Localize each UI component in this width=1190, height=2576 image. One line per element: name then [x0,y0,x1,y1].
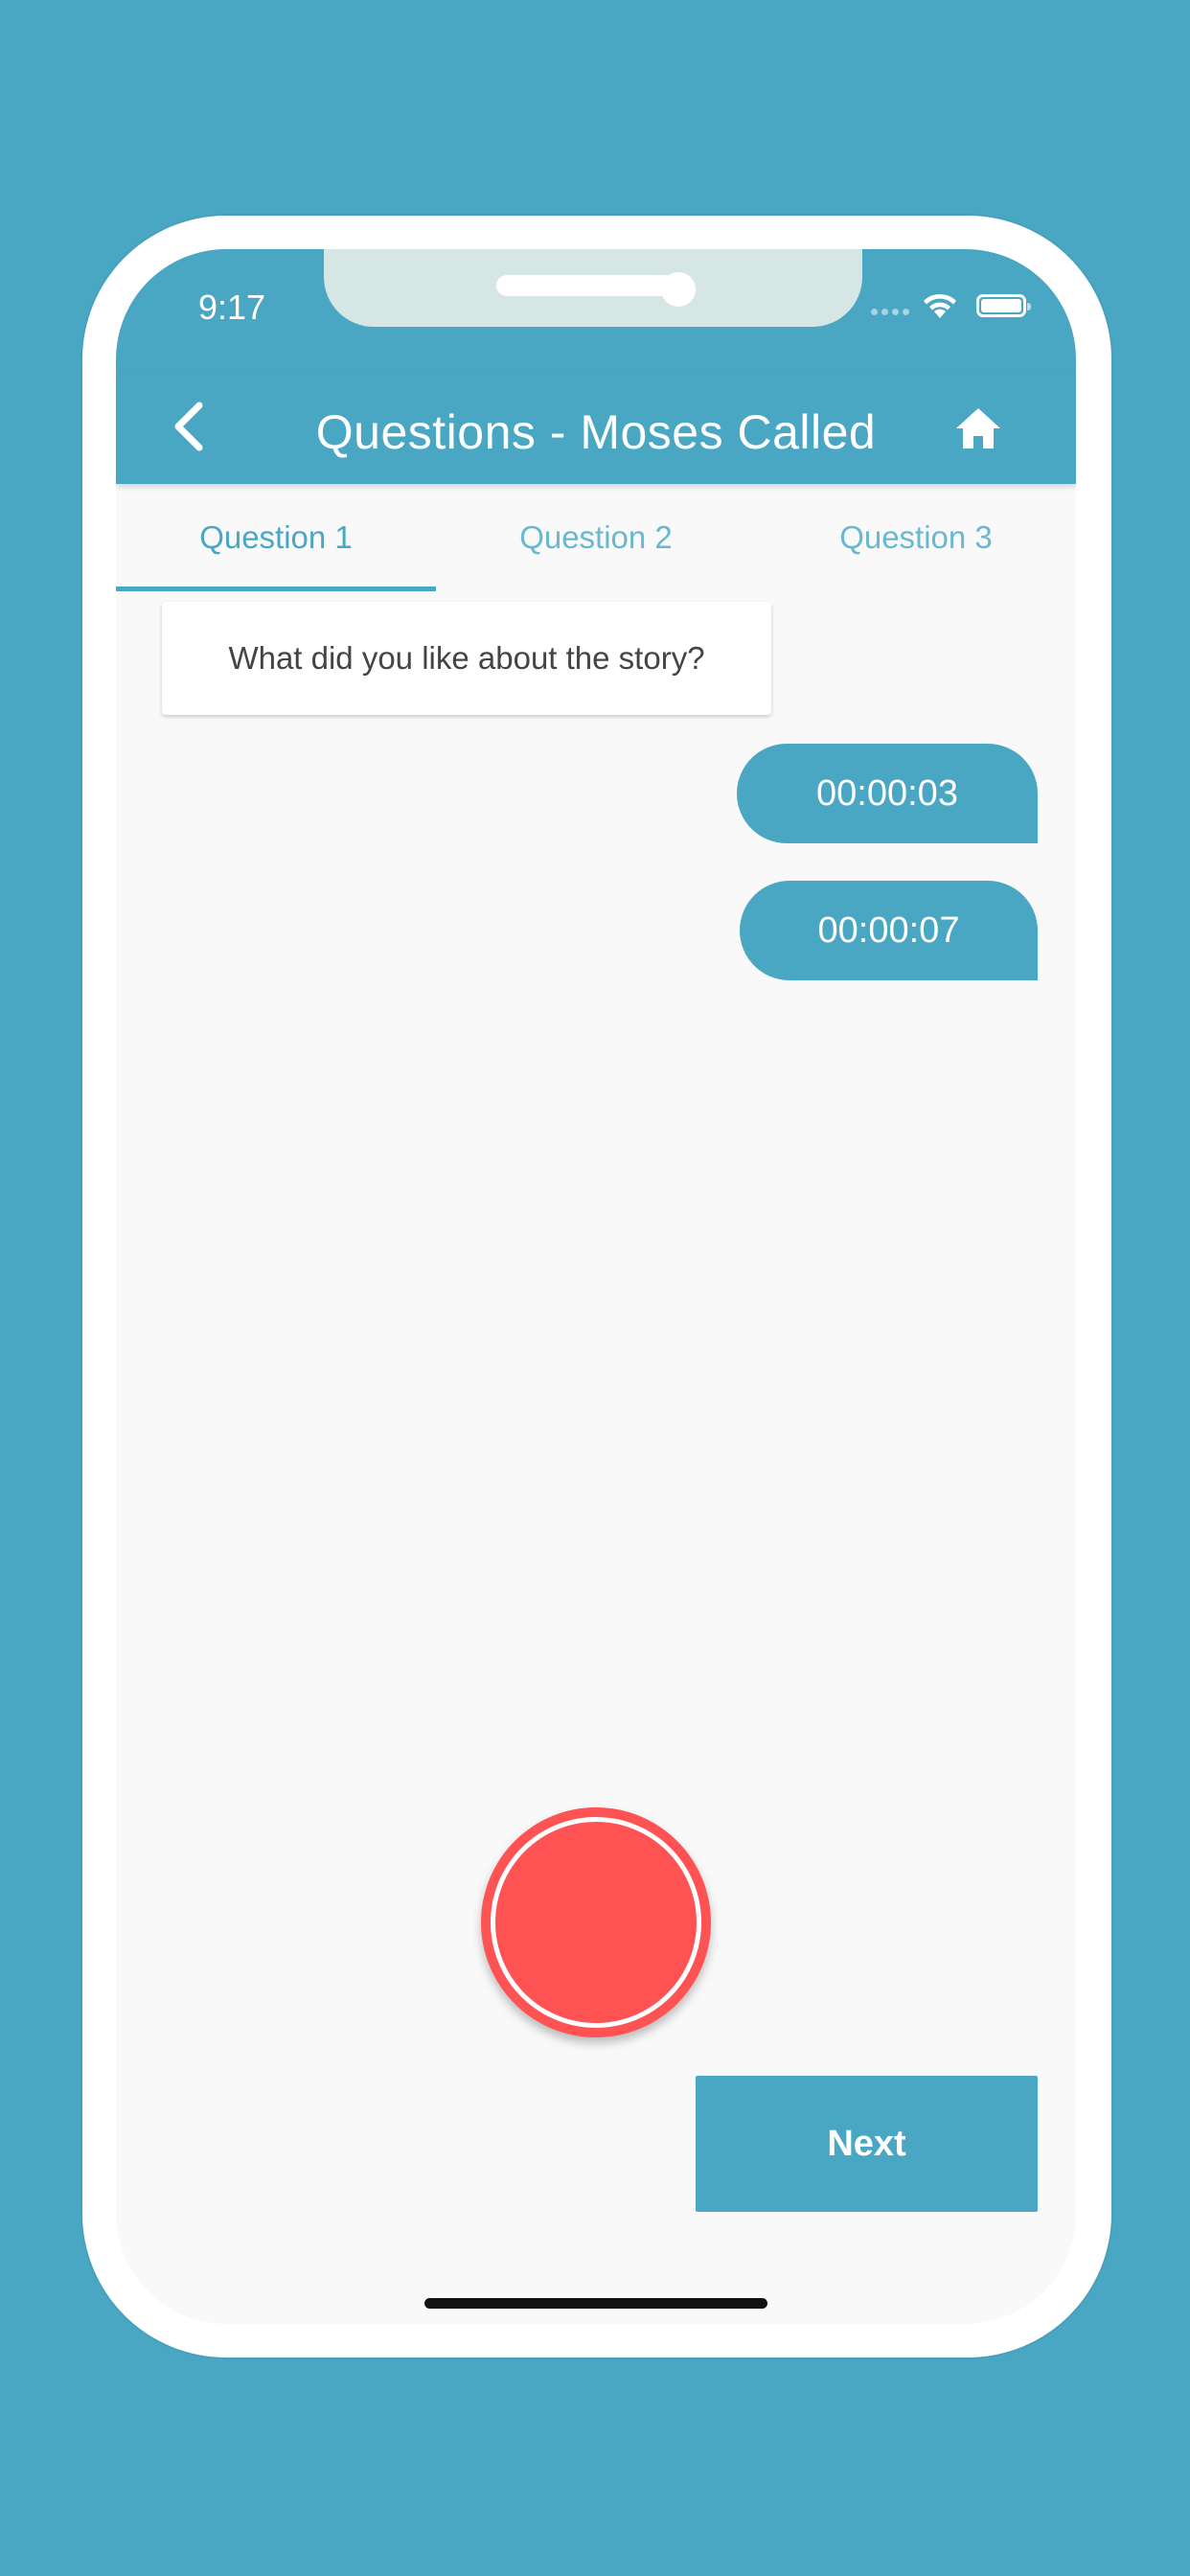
recording-bubble[interactable]: 00:00:03 [737,744,1038,843]
wifi-icon [924,293,956,318]
tab-question-3[interactable]: Question 3 [756,484,1076,591]
status-time: 9:17 [198,288,266,327]
page-title: Questions - Moses Called [315,405,877,459]
recording-duration: 00:00:03 [816,772,958,814]
home-button[interactable] [945,395,1012,462]
battery-icon [976,294,1031,317]
question-card: What did you like about the story? [162,602,771,715]
speaker [496,275,676,296]
status-bar: 9:17 [116,249,1076,374]
next-button-label: Next [827,2123,906,2164]
question-text: What did you like about the story? [228,640,705,676]
tab-question-2[interactable]: Question 2 [436,484,756,591]
app-screen: 9:17 Questions - Moses Called Question 1… [116,249,1076,2324]
recording-bubble[interactable]: 00:00:07 [740,881,1038,980]
next-button[interactable]: Next [696,2076,1038,2212]
recording-duration: 00:00:07 [817,909,960,951]
record-button[interactable] [481,1807,711,2037]
question-tabs: Question 1 Question 2 Question 3 [116,484,1076,591]
home-icon [956,408,1000,448]
front-camera [661,272,696,307]
tab-question-1[interactable]: Question 1 [116,484,436,591]
record-button-ring [491,1817,701,2028]
cellular-signal-icon [871,309,909,315]
app-bar: Questions - Moses Called [116,374,1076,484]
notch [324,249,862,327]
home-indicator[interactable] [424,2298,767,2309]
